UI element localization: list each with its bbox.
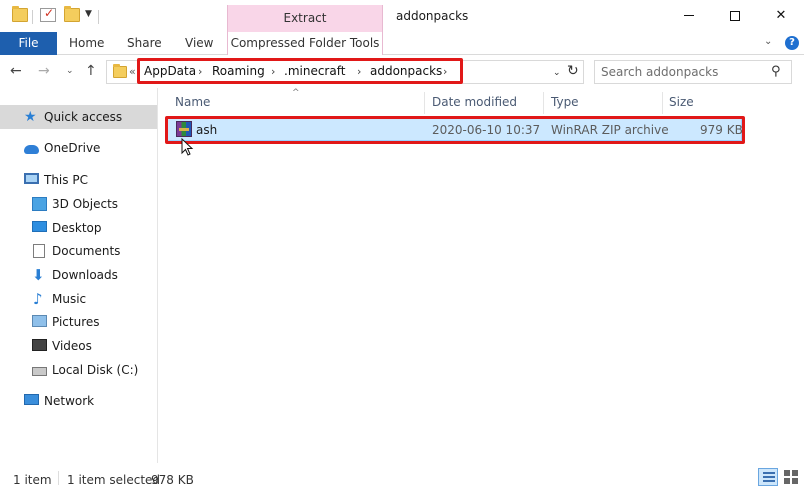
nav-item-3d-objects[interactable]: 3D Objects (0, 192, 157, 216)
nav-item-label: Desktop (52, 221, 102, 235)
ribbon-tabs: File Home Share View Compressed Folder T… (0, 32, 804, 55)
nav-item-onedrive[interactable]: OneDrive (0, 136, 157, 160)
sort-ascending-icon: ^ (292, 88, 300, 98)
refresh-icon[interactable]: ↻ (567, 63, 579, 79)
status-separator (58, 471, 59, 485)
search-input[interactable] (601, 64, 761, 80)
file-annotation-box (165, 116, 745, 144)
details-view-icon (763, 480, 775, 482)
column-divider[interactable] (424, 92, 425, 114)
properties-icon[interactable] (40, 6, 56, 22)
minimize-button[interactable] (666, 0, 712, 32)
nav-item-label: Videos (52, 339, 92, 353)
nav-item-label: OneDrive (44, 141, 101, 155)
status-selection: 1 item selected (67, 473, 161, 487)
nav-item-label: Local Disk (C:) (52, 363, 139, 377)
details-view-icon (763, 476, 775, 478)
minimize-icon (684, 15, 694, 16)
nav-item-desktop[interactable]: Desktop (0, 216, 157, 240)
nav-item-label: Music (52, 292, 87, 306)
network-icon (24, 394, 39, 405)
title-bar: ▼ Extract addonpacks ✕ (0, 0, 804, 32)
column-header-date-modified[interactable]: Date modified (432, 95, 517, 109)
star-icon: ★ (24, 109, 37, 125)
nav-item-label: This PC (44, 173, 88, 187)
up-button[interactable]: ↑ (85, 63, 97, 79)
nav-item-label: Downloads (52, 268, 118, 282)
large-icons-view-icon (792, 470, 798, 476)
close-button[interactable]: ✕ (758, 0, 804, 32)
customize-toolbar-icon[interactable]: ▼ (85, 9, 92, 19)
tab-view[interactable]: View (185, 32, 213, 55)
large-icons-view-icon (784, 478, 790, 484)
column-divider[interactable] (543, 92, 544, 114)
nav-item-label: Pictures (52, 315, 100, 329)
column-header-name[interactable]: Name (175, 95, 210, 109)
address-overflow-icon[interactable]: « (129, 65, 136, 78)
new-folder-icon[interactable] (64, 6, 80, 22)
disk-icon (32, 367, 47, 376)
tab-compressed-folder-tools[interactable]: Compressed Folder Tools (227, 32, 383, 55)
address-annotation-box (137, 58, 463, 84)
column-header-type[interactable]: Type (551, 95, 579, 109)
details-view-button[interactable] (758, 468, 778, 486)
tab-share[interactable]: Share (127, 32, 162, 55)
status-item-count: 1 item (13, 473, 52, 487)
large-icons-view-button[interactable] (782, 468, 800, 486)
large-icons-view-icon (784, 470, 790, 476)
nav-item-videos[interactable]: Videos (0, 334, 157, 358)
expand-ribbon-icon[interactable]: ⌄ (764, 36, 772, 47)
folder-icon[interactable] (12, 6, 28, 22)
desktop-icon (32, 221, 47, 232)
nav-item-label: Quick access (44, 110, 123, 124)
navigation-pane: ★ Quick access OneDrive This PC 3D Objec… (0, 88, 158, 463)
search-box[interactable]: ⚲ (594, 60, 792, 84)
document-icon (33, 244, 45, 258)
column-header-size[interactable]: Size (669, 95, 694, 109)
computer-icon (24, 173, 39, 184)
mouse-cursor-icon (181, 138, 194, 156)
file-list[interactable] (159, 88, 804, 463)
recent-locations-button[interactable]: ⌄ (66, 66, 74, 76)
nav-item-label: 3D Objects (52, 197, 119, 211)
tab-file[interactable]: File (0, 32, 57, 55)
cloud-icon (24, 145, 39, 154)
nav-item-pictures[interactable]: Pictures (0, 310, 157, 334)
large-icons-view-icon (792, 478, 798, 484)
nav-item-network[interactable]: Network (0, 389, 157, 413)
address-history-dropdown[interactable]: ⌄ (553, 68, 561, 78)
context-tab-extract[interactable]: Extract (227, 5, 383, 32)
nav-item-documents[interactable]: Documents (0, 239, 157, 263)
status-selection-size: 978 KB (151, 473, 194, 487)
details-view-icon (763, 472, 775, 474)
maximize-button[interactable] (712, 0, 758, 32)
column-divider[interactable] (662, 92, 663, 114)
maximize-icon (730, 10, 740, 21)
cube-icon (32, 197, 47, 211)
music-icon: ♪ (33, 290, 43, 308)
nav-item-label: Documents (52, 244, 121, 258)
folder-icon (113, 64, 127, 78)
nav-item-quick-access[interactable]: ★ Quick access (0, 105, 157, 129)
forward-button[interactable]: → (38, 63, 50, 79)
nav-item-downloads[interactable]: ⬇ Downloads (0, 263, 157, 287)
toolbar-separator (32, 10, 33, 24)
nav-item-label: Network (44, 394, 95, 408)
nav-item-this-pc[interactable]: This PC (0, 168, 157, 192)
help-icon[interactable]: ? (785, 36, 799, 50)
toolbar-separator (98, 10, 99, 24)
search-icon[interactable]: ⚲ (771, 64, 781, 79)
nav-item-music[interactable]: ♪ Music (0, 287, 157, 311)
back-button[interactable]: ← (10, 63, 22, 79)
pictures-icon (32, 315, 47, 327)
download-icon: ⬇ (32, 266, 45, 284)
status-bar: 1 item 1 item selected 978 KB (0, 463, 804, 489)
nav-item-local-disk[interactable]: Local Disk (C:) (0, 358, 157, 382)
videos-icon (32, 339, 47, 351)
window-title: addonpacks (396, 9, 469, 23)
tab-home[interactable]: Home (69, 32, 104, 55)
